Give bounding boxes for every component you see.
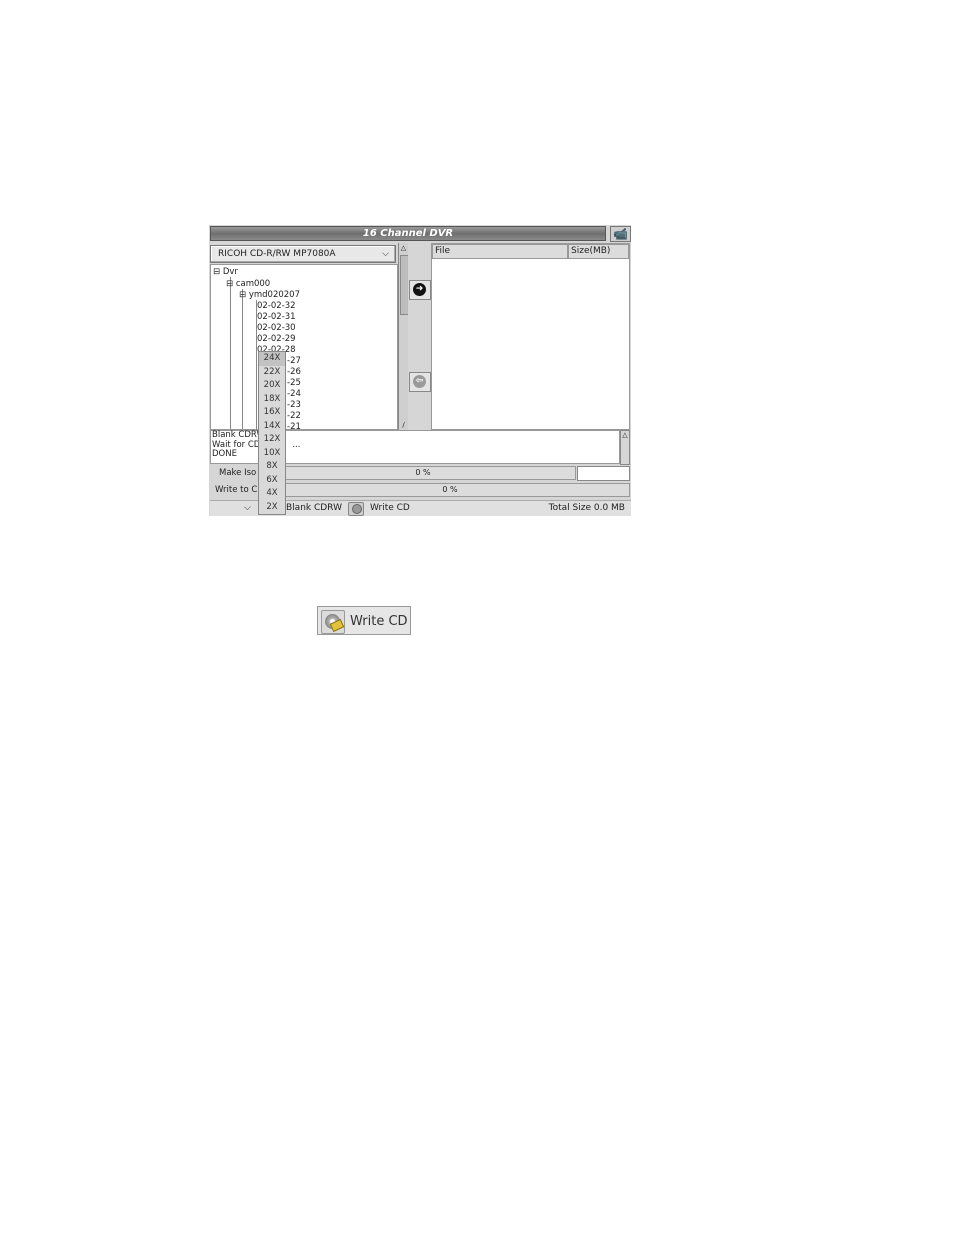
arrow-left-icon: ⇦: [413, 375, 426, 388]
tree-connector: [230, 277, 231, 429]
drive-selector[interactable]: RICOH CD-R/RW MP7080A ⌵: [210, 245, 396, 263]
tree-node-label: ymd020207: [248, 290, 300, 300]
tree-node-label: Dvr: [222, 267, 238, 277]
write-cd-button[interactable]: Write CD: [317, 606, 411, 635]
column-header-file[interactable]: File: [432, 244, 568, 259]
speed-option[interactable]: 22X: [259, 366, 285, 380]
speed-dropdown-arrow-icon[interactable]: ⌵: [244, 501, 251, 516]
drive-selector-value: RICOH CD-R/RW MP7080A: [218, 249, 336, 259]
collapse-icon[interactable]: ⊟: [226, 279, 233, 289]
tree-node-camera[interactable]: ⊟ cam000: [226, 279, 270, 290]
tree-node-label: cam000: [235, 279, 271, 289]
window-title: 16 Channel DVR: [210, 226, 606, 241]
tree-node-root[interactable]: ⊟ Dvr: [213, 267, 238, 278]
tree-item[interactable]: -25: [287, 378, 301, 389]
tree-item[interactable]: -27: [287, 356, 301, 367]
camera-icon[interactable]: 📹: [610, 226, 631, 242]
tree-item-label: -21: [287, 422, 301, 430]
tree-item[interactable]: -26: [287, 367, 301, 378]
scroll-down-icon[interactable]: ∕: [399, 420, 408, 430]
scroll-up-icon[interactable]: △: [399, 243, 408, 253]
speed-option[interactable]: 8X: [259, 460, 285, 474]
speed-option[interactable]: 4X: [259, 487, 285, 501]
collapse-icon[interactable]: ⊟: [213, 267, 220, 277]
speed-option[interactable]: 16X: [259, 406, 285, 420]
speed-option[interactable]: 14X: [259, 420, 285, 434]
speed-option[interactable]: 18X: [259, 393, 285, 407]
status-box: [577, 466, 630, 481]
tree-item-label: 02-02-30: [257, 323, 296, 333]
add-file-button[interactable]: ➜: [409, 280, 431, 300]
tree-item-label: -22: [287, 411, 301, 421]
tree-item-label: -26: [287, 367, 301, 377]
blank-cdrw-button[interactable]: Blank CDRW: [286, 501, 342, 516]
tree-node-folder[interactable]: ⊟ ymd020207: [239, 290, 300, 301]
tree-item-label: -25: [287, 378, 301, 388]
folder-tree[interactable]: ⊟ Dvr ⊟ cam000 ⊟ ymd020207 02-02-32 02-0…: [210, 264, 398, 430]
speed-option[interactable]: 2X: [259, 501, 285, 515]
speed-option[interactable]: 20X: [259, 379, 285, 393]
transfer-buttons: ➜ ⇦: [408, 243, 431, 430]
make-iso-progress: 0 %: [270, 466, 576, 480]
tree-item[interactable]: 02-02-29: [257, 334, 296, 345]
tree-connector: [242, 289, 243, 429]
speed-option[interactable]: 10X: [259, 447, 285, 461]
speed-option[interactable]: 12X: [259, 433, 285, 447]
write-cd-small-button[interactable]: Write CD: [370, 501, 410, 516]
log-scrollbar[interactable]: △: [620, 430, 630, 465]
total-size: Total Size 0.0 MB: [548, 503, 625, 513]
tree-item-label: 02-02-31: [257, 312, 296, 322]
column-header-size[interactable]: Size(MB): [568, 244, 629, 259]
arrow-right-icon: ➜: [413, 283, 426, 296]
write-progress: 0 %: [270, 483, 630, 497]
tree-item-label: 02-02-32: [257, 301, 296, 311]
tree-item[interactable]: 02-02-31: [257, 312, 296, 323]
speed-option[interactable]: 24X: [259, 352, 285, 366]
write-cd-small-icon[interactable]: [348, 502, 364, 518]
tree-item[interactable]: -21: [287, 422, 301, 430]
tree-item-label: -23: [287, 400, 301, 410]
write-cd-icon: [321, 610, 345, 634]
make-iso-label: Make Iso: [219, 468, 257, 478]
write-to-cd-label: Write to CD: [215, 485, 264, 495]
dropdown-arrow-icon: ⌵: [382, 249, 389, 259]
log-line-text: Wait for CD: [212, 439, 261, 450]
tree-item[interactable]: -22: [287, 411, 301, 422]
tree-item[interactable]: -23: [287, 400, 301, 411]
tree-item-label: -24: [287, 389, 301, 399]
tree-item-label: 02-02-29: [257, 334, 296, 344]
tree-item[interactable]: 02-02-30: [257, 323, 296, 334]
file-list[interactable]: File Size(MB): [431, 243, 630, 430]
tree-item[interactable]: -24: [287, 389, 301, 400]
collapse-icon[interactable]: ⊟: [239, 290, 246, 300]
write-cd-label: Write CD: [350, 614, 408, 629]
scroll-up-icon[interactable]: △: [621, 431, 629, 439]
tree-item[interactable]: 02-02-32: [257, 301, 296, 312]
tree-item-label: -27: [287, 356, 301, 366]
speed-option[interactable]: 6X: [259, 474, 285, 488]
speed-menu[interactable]: 24X 22X 20X 18X 16X 14X 12X 10X 8X 6X 4X…: [258, 351, 286, 515]
remove-file-button[interactable]: ⇦: [409, 372, 431, 392]
log-line-tail: ...: [292, 439, 301, 450]
tree-scrollbar[interactable]: △ ∕: [398, 243, 409, 430]
